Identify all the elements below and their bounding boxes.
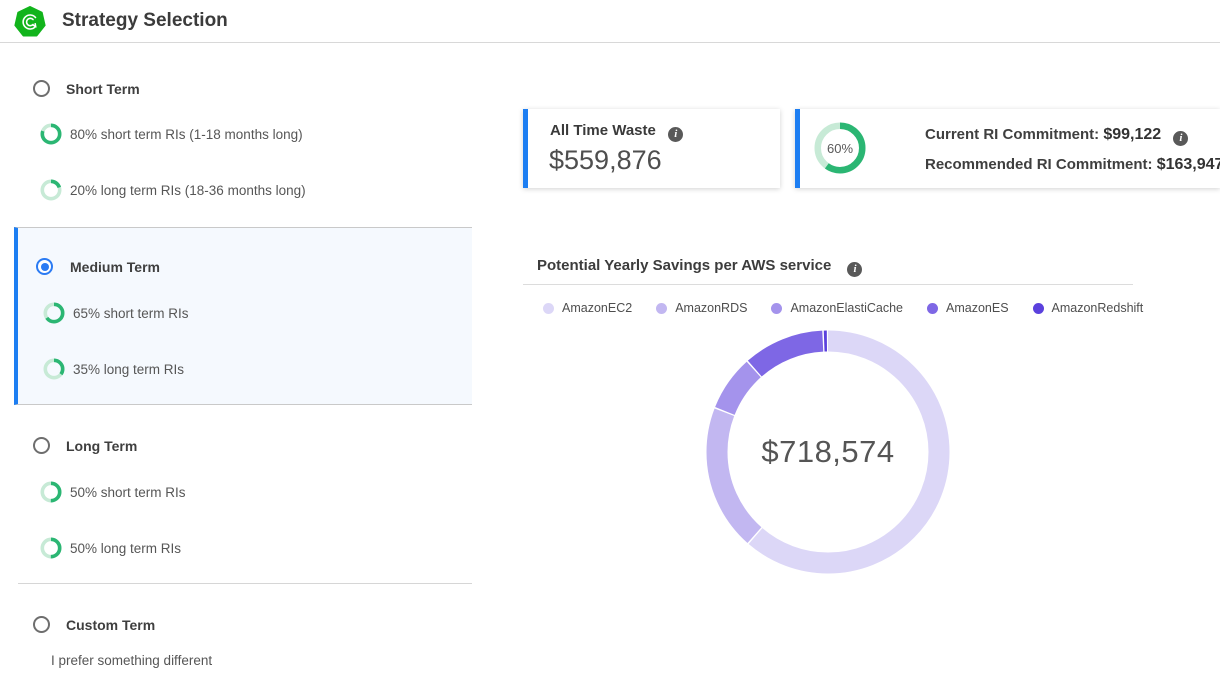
short-term-item2-donut bbox=[40, 179, 62, 201]
info-icon[interactable]: i bbox=[847, 262, 862, 277]
medium-term-item2-label: 35% long term RIs bbox=[73, 362, 184, 377]
chart-divider bbox=[523, 284, 1133, 285]
legend-label: AmazonRedshift bbox=[1052, 301, 1144, 315]
legend-dot bbox=[1033, 303, 1044, 314]
legend-dot bbox=[656, 303, 667, 314]
radio-short-term[interactable] bbox=[33, 80, 50, 97]
radio-custom-term[interactable] bbox=[33, 616, 50, 633]
legend-label: AmazonRDS bbox=[675, 301, 747, 315]
current-ri-commitment-line: Current RI Commitment: $99,122 i bbox=[925, 126, 1188, 146]
medium-term-item2-donut bbox=[43, 358, 65, 380]
medium-term-label[interactable]: Medium Term bbox=[70, 259, 160, 275]
all-time-waste-label: All Time Waste bbox=[550, 122, 656, 139]
page-title: Strategy Selection bbox=[62, 10, 228, 32]
legend-item-amazonredshift[interactable]: AmazonRedshift bbox=[1033, 301, 1144, 315]
legend-dot bbox=[771, 303, 782, 314]
chart-title-text: Potential Yearly Savings per AWS service bbox=[537, 257, 831, 274]
strategy-selection-screen: Strategy Selection Short Term 80% short … bbox=[0, 0, 1220, 691]
ri-commitment-card: 60% Current RI Commitment: $99,122 i Rec… bbox=[795, 109, 1220, 188]
cast-ai-logo-icon bbox=[14, 6, 46, 38]
all-time-waste-card: All Time Waste i $559,876 bbox=[523, 109, 780, 188]
recommended-ri-commitment-label: Recommended RI Commitment: bbox=[925, 156, 1153, 173]
short-term-item1-label: 80% short term RIs (1-18 months long) bbox=[70, 127, 303, 142]
recommended-ri-commitment-value: $163,947 bbox=[1157, 156, 1220, 173]
radio-medium-term[interactable] bbox=[36, 258, 53, 275]
legend-label: AmazonEC2 bbox=[562, 301, 632, 315]
medium-term-item1-label: 65% short term RIs bbox=[73, 306, 189, 321]
legend-item-amazonelasticache[interactable]: AmazonElastiCache bbox=[771, 301, 903, 315]
legend-label: AmazonES bbox=[946, 301, 1009, 315]
recommended-ri-commitment-line: Recommended RI Commitment: $163,947 i bbox=[925, 156, 1220, 176]
custom-term-subtitle: I prefer something different bbox=[51, 653, 212, 668]
long-term-item1-donut bbox=[40, 481, 62, 503]
donut-center-value: $718,574 bbox=[698, 322, 958, 582]
long-term-item1-label: 50% short term RIs bbox=[70, 485, 186, 500]
long-term-item2-label: 50% long term RIs bbox=[70, 541, 181, 556]
legend-label: AmazonElastiCache bbox=[790, 301, 903, 315]
current-ri-commitment-value: $99,122 bbox=[1103, 126, 1161, 143]
page-header: Strategy Selection bbox=[0, 0, 1220, 43]
gauge-percent-label: 60% bbox=[814, 122, 866, 174]
legend-item-amazones[interactable]: AmazonES bbox=[927, 301, 1009, 315]
info-icon[interactable]: i bbox=[668, 127, 683, 142]
radio-long-term[interactable] bbox=[33, 437, 50, 454]
short-term-label[interactable]: Short Term bbox=[66, 81, 140, 97]
legend-item-amazonrds[interactable]: AmazonRDS bbox=[656, 301, 747, 315]
current-ri-commitment-label: Current RI Commitment: bbox=[925, 126, 1099, 143]
chart-legend: AmazonEC2 AmazonRDS AmazonElastiCache Am… bbox=[543, 301, 1143, 315]
medium-term-item1-donut bbox=[43, 302, 65, 324]
custom-term-label[interactable]: Custom Term bbox=[66, 617, 155, 633]
short-term-item2-label: 20% long term RIs (18-36 months long) bbox=[70, 183, 306, 198]
legend-item-amazonec2[interactable]: AmazonEC2 bbox=[543, 301, 632, 315]
long-term-label[interactable]: Long Term bbox=[66, 438, 137, 454]
all-time-waste-value: $559,876 bbox=[549, 145, 662, 176]
chart-title: Potential Yearly Savings per AWS service… bbox=[537, 257, 862, 277]
info-icon[interactable]: i bbox=[1173, 131, 1188, 146]
ri-coverage-gauge: 60% bbox=[814, 122, 866, 174]
long-term-item2-donut bbox=[40, 537, 62, 559]
legend-dot bbox=[543, 303, 554, 314]
custom-term-divider bbox=[18, 583, 472, 584]
short-term-item1-donut bbox=[40, 123, 62, 145]
legend-dot bbox=[927, 303, 938, 314]
